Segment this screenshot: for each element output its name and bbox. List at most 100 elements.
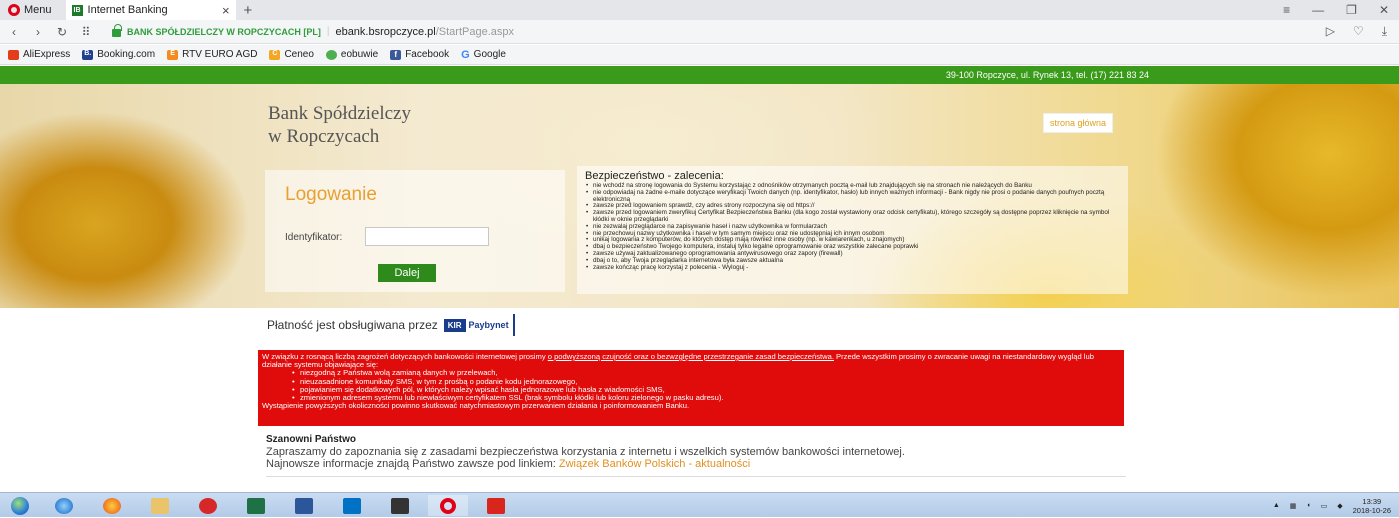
app-icon [199,497,217,514]
opera-icon [440,497,456,514]
zbp-news-link[interactable]: Związek Banków Polskich - aktualności [559,458,750,470]
browser-menu-button[interactable]: Menu [0,0,60,20]
bookmark-label: Facebook [405,49,450,60]
speed-dial-icon[interactable]: ⠿ [76,25,96,39]
taskbar-explorer[interactable] [140,495,180,516]
close-tab-icon[interactable]: × [222,3,230,18]
payment-text: Płatność jest obsługiwana przez [267,318,438,332]
welcome-title: Szanowni Państwo [266,434,357,445]
outlook-icon [343,497,361,514]
bookmarks-bar: AliExpress B. Booking.com E RTV EURO AGD… [0,45,1399,65]
alert-intro-link[interactable]: o podwyższoną czujność oraz o bezwzględn… [548,352,834,361]
welcome-section: Szanowni Państwo Zapraszamy do zapoznani… [266,434,1126,477]
taskbar-app-red[interactable] [188,495,228,516]
clock[interactable]: 13:39 2018-10-26 [1353,497,1391,515]
taskbar-acrobat[interactable] [476,495,516,516]
web-page: 39-100 Ropczyce, ul. Rynek 13, tel. (17)… [0,66,1399,492]
volume-icon[interactable]: ◖ [1306,502,1310,509]
bookmark-google[interactable]: G Google [461,49,506,61]
tab-title: Internet Banking [87,4,168,16]
home-page-link[interactable]: strona główna [1043,113,1114,133]
windows-logo-icon [11,496,29,515]
booking-icon: B. [82,49,94,60]
restore-icon[interactable]: ❐ [1346,3,1357,17]
bookmark-label: Google [473,49,506,60]
alert-outro: Wystąpienie powyższych okoliczności powi… [262,401,690,411]
security-list: nie wchodź na stronę logowania do System… [585,182,1120,271]
alert-list: niezgodną z Państwa wolą zamianą danych … [262,369,1120,403]
menu-label: Menu [24,4,52,16]
welcome-line2-text: Najnowsze informacje znajdą Państwo zaws… [266,458,559,470]
taskbar-opera[interactable] [428,495,468,516]
bookmark-rtv-euro-agd[interactable]: E RTV EURO AGD [167,49,257,60]
payment-provider: Płatność jest obsługiwana przez KIR Payb… [267,314,515,336]
taskbar-firefox[interactable] [92,495,132,516]
start-button[interactable] [0,493,40,518]
next-button[interactable]: Dalej [378,264,436,282]
nav-right-tools: ▷ ♡ ⤓ [1326,24,1387,39]
close-window-icon[interactable]: ✕ [1379,3,1389,17]
security-title: Bezpieczeństwo - zalecenia: [585,170,724,182]
browser-nav-bar: ‹ › ↻ ⠿ BANK SPÓŁDZIELCZY W ROPCZYCACH [… [0,20,1399,44]
browser-tab-bar: Menu IB Internet Banking × + ≡ — ❐ ✕ [0,0,1399,20]
shield-icon[interactable]: ◆ [1337,502,1342,510]
list-item: zawsze przed logowaniem zweryfikuj Certy… [585,209,1120,224]
bank-name: Bank Spółdzielczy w Ropczycach [268,102,411,148]
welcome-line2: Najnowsze informacje znajdą Państwo zaws… [266,458,1126,470]
tab-internet-banking[interactable]: IB Internet Banking × [65,0,236,20]
login-panel: Logowanie Identyfikator: Dalej [265,170,565,292]
contact-address: 39-100 Ropczyce, ul. Rynek 13, tel. (17)… [945,70,1149,80]
identifier-input[interactable] [365,227,489,246]
bookmark-aliexpress[interactable]: AliExpress [8,49,70,60]
snap-icon[interactable]: ▷ [1326,24,1335,39]
heart-icon[interactable]: ♡ [1353,24,1364,39]
site-identity[interactable]: BANK SPÓŁDZIELCZY W ROPCZYCACH [PL] [127,27,321,37]
bank-name-line2: w Ropczycach [268,126,380,147]
opera-logo-icon [8,4,20,16]
identifier-label: Identyfikator: [285,232,343,243]
taskbar-terminal[interactable] [380,495,420,516]
paybynet-text: Paybynet [468,320,509,330]
ceneo-icon: C [269,49,281,60]
tab-menu-icon[interactable]: ≡ [1283,3,1290,17]
url-path: /StartPage.aspx [435,25,515,38]
reload-icon[interactable]: ↻ [52,25,72,39]
bookmark-facebook[interactable]: f Facebook [390,49,449,60]
address-bar[interactable]: BANK SPÓŁDZIELCZY W ROPCZYCACH [PL] | eb… [112,24,515,38]
minimize-icon[interactable]: — [1312,3,1324,17]
download-icon[interactable]: ⤓ [1382,24,1387,39]
acrobat-icon [487,497,505,514]
firefox-icon [103,497,121,514]
power-icon[interactable]: ▭ [1321,502,1328,510]
clock-time: 13:39 [1362,496,1382,506]
lock-icon[interactable] [112,24,122,37]
kir-mark: KIR [443,318,466,332]
security-recommendations: Bezpieczeństwo - zalecenia: nie wchodź n… [577,166,1128,294]
google-icon: G [461,48,470,61]
bookmark-ceneo[interactable]: C Ceneo [269,49,314,60]
bookmark-label: AliExpress [23,49,71,60]
folder-icon [151,497,169,514]
tray-expand-icon[interactable]: ▲ [1273,502,1280,509]
aliexpress-icon [8,49,19,60]
list-item: nie odpowiadaj na żadne e-maile dotycząc… [585,189,1120,204]
bookmark-eobuwie[interactable]: eobuwie [325,49,378,60]
hero-banner: Bank Spółdzielczy w Ropczycach strona gł… [0,84,1399,308]
new-tab-button[interactable]: + [244,2,253,19]
divider [266,476,1126,477]
forward-icon[interactable]: › [28,25,48,39]
bookmark-label: RTV EURO AGD [182,49,258,60]
eobuwie-icon [325,49,337,60]
security-alert: W związku z rosnącą liczbą zagrożeń doty… [258,350,1124,426]
contact-bar: 39-100 Ropczyce, ul. Rynek 13, tel. (17)… [0,66,1399,84]
taskbar-excel[interactable] [236,495,276,516]
word-icon [295,497,313,514]
taskbar-word[interactable] [284,495,324,516]
taskbar-internet-explorer[interactable] [44,495,84,516]
paybynet-logo[interactable]: KIR Paybynet [443,314,515,336]
taskbar-outlook[interactable] [332,495,372,516]
network-icon[interactable]: ▦ [1290,502,1297,510]
bookmark-booking[interactable]: B. Booking.com [82,49,155,60]
back-icon[interactable]: ‹ [4,25,24,39]
window-controls: ≡ — ❐ ✕ [1283,0,1389,20]
